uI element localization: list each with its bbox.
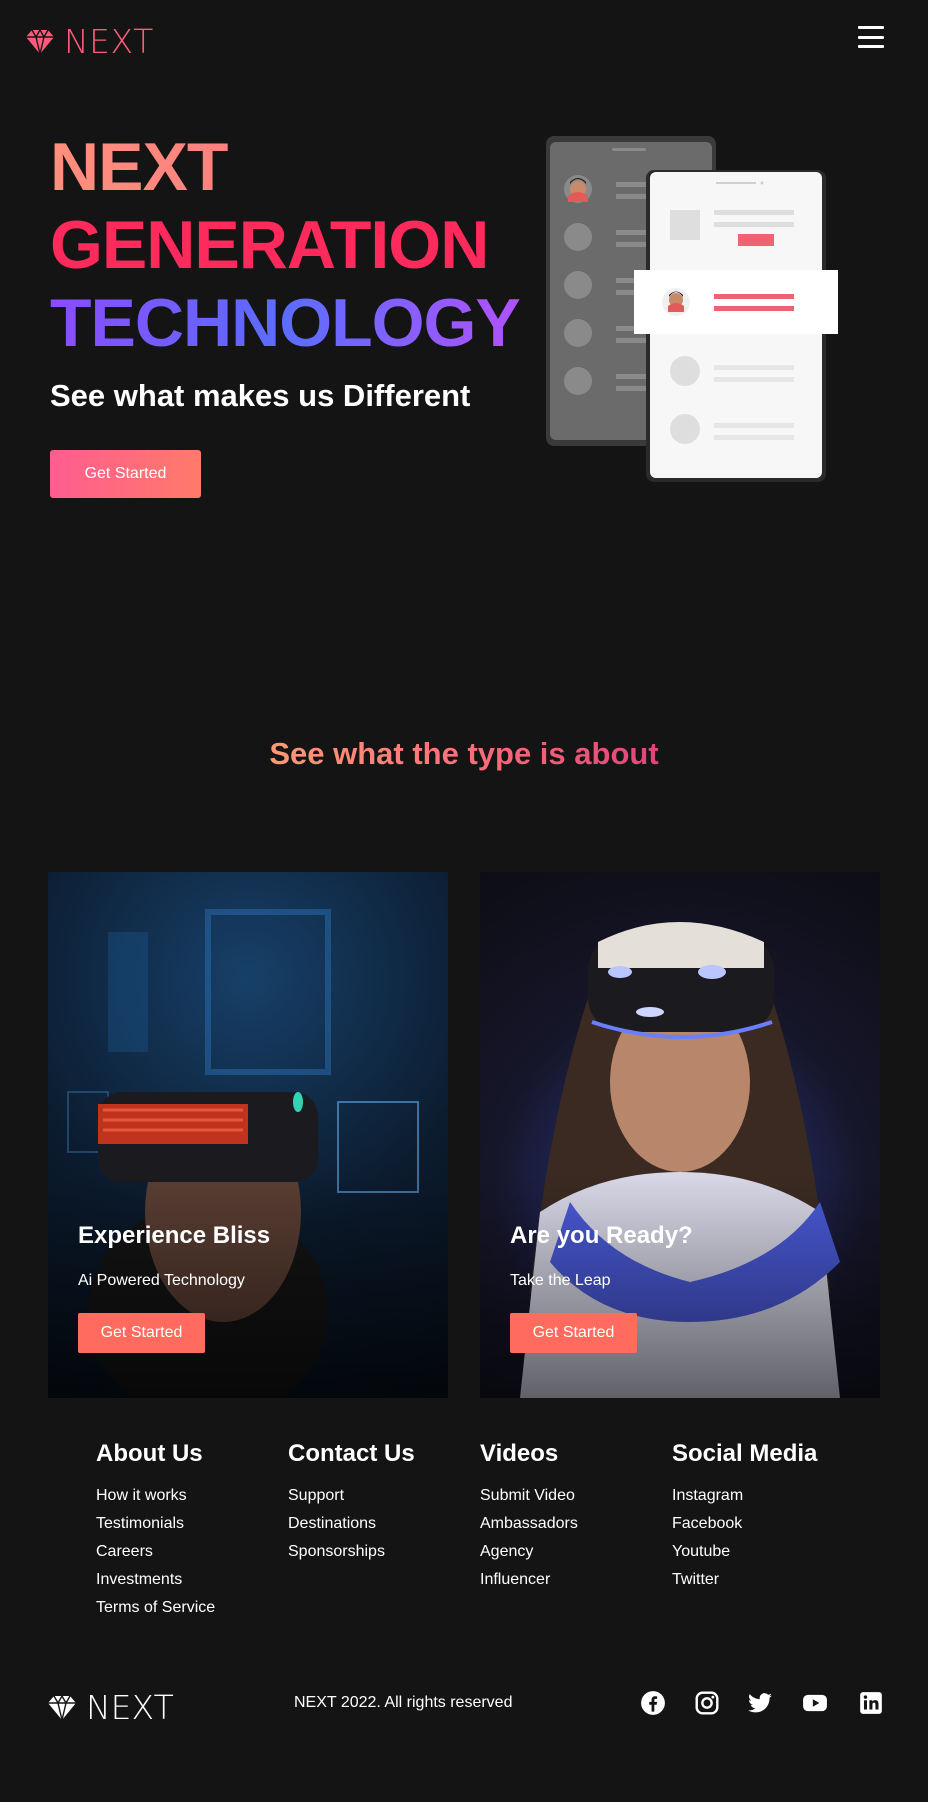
feature-card-experience-bliss[interactable]: Experience Bliss Ai Powered Technology G… — [48, 872, 448, 1398]
card-subtitle: Ai Powered Technology — [78, 1272, 245, 1289]
hero-title: NEXT GENERATION TECHNOLOGY — [50, 128, 521, 362]
linkedin-icon[interactable] — [858, 1690, 884, 1716]
footer-link[interactable]: Facebook — [672, 1510, 817, 1538]
hamburger-menu-icon[interactable] — [858, 26, 884, 48]
hero-title-line-3: TECHNOLOGY — [50, 285, 521, 361]
footer-bottom-bar: NEXT NEXT 2022. All rights reserved — [0, 1682, 928, 1727]
footer-link[interactable]: Sponsorships — [288, 1538, 415, 1566]
phones-illustration — [546, 136, 838, 482]
hero-get-started-button[interactable]: Get Started — [50, 450, 201, 498]
card-subtitle: Take the Leap — [510, 1272, 611, 1289]
footer-column-contact-us: Contact Us Support Destinations Sponsors… — [288, 1440, 415, 1566]
footer-heading: About Us — [96, 1440, 203, 1467]
twitter-icon[interactable] — [747, 1690, 773, 1716]
footer-brand-name: NEXT — [86, 1688, 174, 1727]
footer-link[interactable]: Twitter — [672, 1566, 817, 1594]
footer-column-videos: Videos Submit Video Ambassadors Agency I… — [480, 1440, 578, 1594]
diamond-logo-icon — [26, 28, 54, 54]
footer-brand-logo[interactable]: NEXT — [46, 1688, 174, 1727]
brand-logo[interactable]: NEXT — [24, 22, 154, 61]
footer-link[interactable]: Terms of Service — [96, 1594, 215, 1622]
section-title: See what the type is about — [0, 736, 928, 772]
card-get-started-button[interactable]: Get Started — [510, 1313, 637, 1353]
footer-link[interactable]: Agency — [480, 1538, 578, 1566]
footer-link[interactable]: Destinations — [288, 1510, 415, 1538]
instagram-icon[interactable] — [694, 1690, 720, 1716]
hero-title-line-2: GENERATION — [50, 207, 489, 283]
hero-subtitle: See what makes us Different — [50, 378, 471, 413]
card-title: Experience Bliss — [78, 1222, 271, 1249]
youtube-icon[interactable] — [802, 1690, 828, 1716]
footer-column-about-us: About Us How it works Testimonials Caree… — [96, 1440, 215, 1622]
feature-card-are-you-ready[interactable]: Are you Ready? Take the Leap Get Started — [480, 872, 880, 1398]
copyright-text: NEXT 2022. All rights reserved — [294, 1694, 513, 1711]
footer-heading: Contact Us — [288, 1440, 415, 1467]
footer-link[interactable]: Careers — [96, 1538, 215, 1566]
hero-title-line-1: NEXT — [50, 128, 520, 206]
brand-name: NEXT — [64, 22, 154, 61]
card-title: Are you Ready? — [510, 1222, 693, 1249]
footer-link[interactable]: How it works — [96, 1482, 215, 1510]
card-get-started-button[interactable]: Get Started — [78, 1313, 205, 1353]
navbar: NEXT — [0, 0, 928, 80]
footer-heading: Social Media — [672, 1440, 818, 1467]
footer-link[interactable]: Ambassadors — [480, 1510, 578, 1538]
facebook-icon[interactable] — [640, 1690, 666, 1716]
footer-link[interactable]: Submit Video — [480, 1482, 578, 1510]
footer-link[interactable]: Instagram — [672, 1482, 817, 1510]
footer-link[interactable]: Investments — [96, 1566, 215, 1594]
footer-link[interactable]: Youtube — [672, 1538, 817, 1566]
footer-link[interactable]: Support — [288, 1482, 415, 1510]
diamond-logo-icon — [48, 1694, 76, 1720]
footer-link[interactable]: Influencer — [480, 1566, 578, 1594]
footer-link[interactable]: Testimonials — [96, 1510, 215, 1538]
footer-column-social-media: Social Media Instagram Facebook Youtube … — [672, 1440, 817, 1594]
section-title-text: See what the type is about — [269, 736, 659, 771]
footer-heading: Videos — [480, 1440, 559, 1467]
